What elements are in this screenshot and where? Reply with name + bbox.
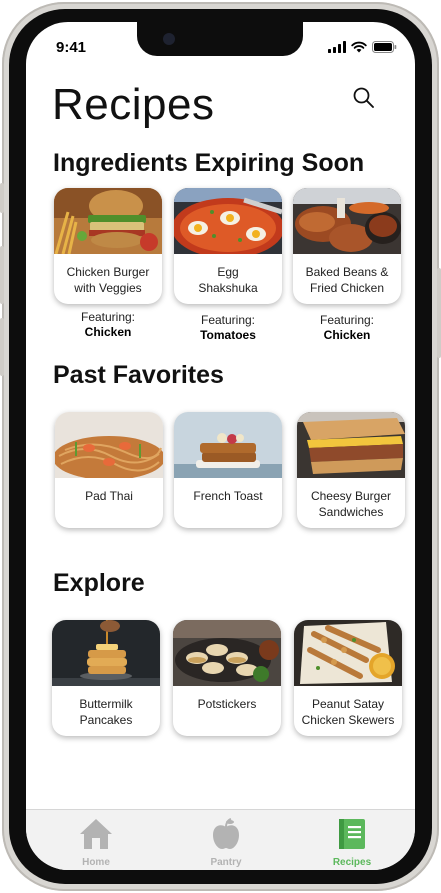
battery-icon [372, 41, 397, 53]
section-title-favorites: Past Favorites [53, 361, 224, 389]
featuring-label: Featuring: [200, 313, 256, 327]
recipe-card-label: Buttermilk Pancakes [56, 696, 156, 728]
side-button [0, 183, 4, 213]
search-button[interactable] [352, 86, 376, 110]
recipe-image [52, 620, 160, 686]
recipe-card-peanut-satay[interactable]: Peanut Satay Chicken Skewers [294, 620, 402, 736]
tab-label: Pantry [210, 857, 242, 868]
status-time: 9:41 [56, 39, 87, 56]
featuring-ingredient: Tomatoes [200, 328, 256, 342]
recipe-card-french-toast[interactable]: French Toast [174, 412, 282, 528]
recipe-card-label: Pad Thai [59, 488, 159, 504]
recipe-card-label-line: Potstickers [197, 697, 257, 711]
recipe-card-chicken-burger[interactable]: Chicken Burger with Veggies [54, 188, 162, 304]
recipe-image [293, 188, 401, 254]
recipe-card-label-line: with Veggies [74, 281, 142, 295]
recipe-card-egg-shakshuka[interactable]: Egg Shakshuka [174, 188, 282, 304]
tab-pantry[interactable]: Pantry [186, 818, 266, 868]
tab-home[interactable]: Home [56, 818, 136, 868]
recipe-image [55, 412, 163, 478]
recipe-card-label-line: Shakshuka [198, 281, 258, 295]
tab-label: Home [82, 857, 110, 868]
camera-icon [163, 33, 175, 45]
tab-recipes[interactable]: Recipes [312, 818, 392, 868]
recipe-image [54, 188, 162, 254]
section-title-explore: Explore [53, 569, 145, 597]
side-button [0, 246, 4, 304]
featuring-info: Featuring: Chicken [293, 313, 401, 343]
recipe-image [173, 620, 281, 686]
recipe-card-buttermilk-pancakes[interactable]: Buttermilk Pancakes [52, 620, 160, 736]
recipe-card-label-line: Sandwiches [318, 505, 384, 519]
tab-label: Recipes [332, 857, 372, 868]
recipe-card-label: Baked Beans & Fried Chicken [297, 264, 397, 296]
featuring-ingredient: Chicken [84, 325, 132, 339]
recipe-book-icon [339, 819, 365, 849]
search-icon [353, 87, 374, 108]
recipe-card-label-line: Pad Thai [85, 489, 133, 503]
wifi-icon [351, 41, 367, 53]
featuring-ingredient: Chicken [323, 328, 371, 342]
signal-icon [328, 41, 346, 53]
recipe-card-label: Egg Shakshuka [178, 264, 278, 296]
featuring-info: Featuring: Tomatoes [174, 313, 282, 343]
recipe-card-label-line: Buttermilk [79, 697, 133, 711]
recipe-card-label-line: Fried Chicken [309, 281, 385, 295]
screen: 9:41 Recipes Ingredients Expiring Soon C… [26, 22, 415, 870]
status-icons [328, 41, 397, 53]
recipe-card-label: Peanut Satay Chicken Skewers [298, 696, 398, 728]
recipe-image [294, 620, 402, 686]
recipe-card-label: Potstickers [177, 696, 277, 712]
notch [137, 22, 303, 56]
recipe-card-label-line: Pancakes [79, 713, 133, 727]
tab-bar: Home Pantry Recipes [26, 809, 415, 870]
side-button [0, 318, 4, 376]
side-button [437, 268, 441, 358]
recipe-card-label-line: Chicken Burger [66, 265, 150, 279]
recipe-card-label: Chicken Burger with Veggies [58, 264, 158, 296]
recipe-image [174, 412, 282, 478]
apple-icon [213, 818, 239, 849]
recipe-image [297, 412, 405, 478]
recipe-card-label-line: Chicken Skewers [301, 713, 395, 727]
recipe-card-baked-beans[interactable]: Baked Beans & Fried Chicken [293, 188, 401, 304]
recipe-card-label-line: Peanut Satay [311, 697, 385, 711]
recipe-card-cheesy-burger[interactable]: Cheesy Burger Sandwiches [297, 412, 405, 528]
home-icon [80, 819, 112, 849]
recipe-card-label: French Toast [178, 488, 278, 504]
recipe-card-label-line: Cheesy Burger [310, 489, 392, 503]
recipe-card-label-line: Egg [217, 265, 239, 279]
recipe-card-label: Cheesy Burger Sandwiches [301, 488, 401, 520]
recipe-image [174, 188, 282, 254]
section-title-expiring: Ingredients Expiring Soon [53, 149, 365, 177]
featuring-label: Featuring: [80, 310, 136, 324]
recipe-card-potstickers[interactable]: Potstickers [173, 620, 281, 736]
recipe-card-pad-thai[interactable]: Pad Thai [55, 412, 163, 528]
recipe-card-label-line: Baked Beans & [305, 265, 389, 279]
recipe-card-label-line: French Toast [193, 489, 263, 503]
featuring-info: Featuring: Chicken [54, 310, 162, 340]
page-title: Recipes [52, 80, 215, 129]
featuring-label: Featuring: [319, 313, 375, 327]
